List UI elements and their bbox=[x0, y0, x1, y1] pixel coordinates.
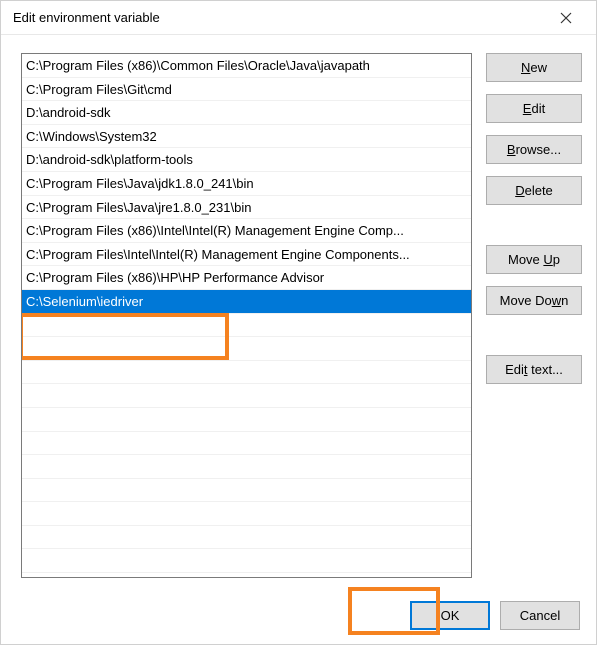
path-listbox[interactable]: C:\Program Files (x86)\Common Files\Orac… bbox=[21, 53, 472, 578]
move-up-button[interactable]: Move Up bbox=[486, 245, 582, 274]
list-empty-row bbox=[22, 314, 471, 338]
new-button[interactable]: New bbox=[486, 53, 582, 82]
list-item[interactable]: C:\Program Files\Java\jre1.8.0_231\bin bbox=[22, 196, 471, 220]
window-title: Edit environment variable bbox=[13, 10, 546, 25]
edit-button[interactable]: Edit bbox=[486, 94, 582, 123]
list-empty-row bbox=[22, 479, 471, 503]
list-empty-row bbox=[22, 432, 471, 456]
new-button-label: New bbox=[521, 60, 547, 75]
main-row: C:\Program Files (x86)\Common Files\Orac… bbox=[21, 53, 582, 583]
titlebar: Edit environment variable bbox=[1, 1, 596, 35]
move-down-button[interactable]: Move Down bbox=[486, 286, 582, 315]
edit-button-label: Edit bbox=[523, 101, 545, 116]
delete-button[interactable]: Delete bbox=[486, 176, 582, 205]
edit-text-button-label: Edit text... bbox=[505, 362, 563, 377]
list-empty-row bbox=[22, 384, 471, 408]
browse-button-label: Browse... bbox=[507, 142, 561, 157]
button-column: New Edit Browse... Delete Move Up Move D… bbox=[486, 53, 582, 583]
list-item[interactable]: C:\Program Files (x86)\HP\HP Performance… bbox=[22, 266, 471, 290]
move-down-button-label: Move Down bbox=[500, 293, 569, 308]
list-item[interactable]: C:\Program Files\Git\cmd bbox=[22, 78, 471, 102]
bottom-row: OK Cancel bbox=[21, 583, 582, 630]
browse-button[interactable]: Browse... bbox=[486, 135, 582, 164]
list-item[interactable]: C:\Program Files\Java\jdk1.8.0_241\bin bbox=[22, 172, 471, 196]
list-empty-row bbox=[22, 337, 471, 361]
list-item[interactable]: D:\android-sdk\platform-tools bbox=[22, 148, 471, 172]
list-item[interactable]: C:\Windows\System32 bbox=[22, 125, 471, 149]
dialog-body: C:\Program Files (x86)\Common Files\Orac… bbox=[1, 35, 596, 644]
list-item[interactable]: C:\Selenium\iedriver bbox=[22, 290, 471, 314]
close-button[interactable] bbox=[546, 4, 586, 32]
list-empty-row bbox=[22, 502, 471, 526]
ok-button[interactable]: OK bbox=[410, 601, 490, 630]
list-empty-row bbox=[22, 455, 471, 479]
cancel-button[interactable]: Cancel bbox=[500, 601, 580, 630]
edit-env-dialog: Edit environment variable C:\Program Fil… bbox=[0, 0, 597, 645]
list-empty-row bbox=[22, 526, 471, 550]
edit-text-button[interactable]: Edit text... bbox=[486, 355, 582, 384]
list-empty-row bbox=[22, 408, 471, 432]
list-empty-row bbox=[22, 361, 471, 385]
list-inner: C:\Program Files (x86)\Common Files\Orac… bbox=[22, 54, 471, 577]
list-empty-row bbox=[22, 549, 471, 573]
list-item[interactable]: C:\Program Files (x86)\Intel\Intel(R) Ma… bbox=[22, 219, 471, 243]
close-icon bbox=[560, 12, 572, 24]
move-up-button-label: Move Up bbox=[508, 252, 560, 267]
delete-button-label: Delete bbox=[515, 183, 553, 198]
list-item[interactable]: D:\android-sdk bbox=[22, 101, 471, 125]
list-item[interactable]: C:\Program Files\Intel\Intel(R) Manageme… bbox=[22, 243, 471, 267]
list-item[interactable]: C:\Program Files (x86)\Common Files\Orac… bbox=[22, 54, 471, 78]
